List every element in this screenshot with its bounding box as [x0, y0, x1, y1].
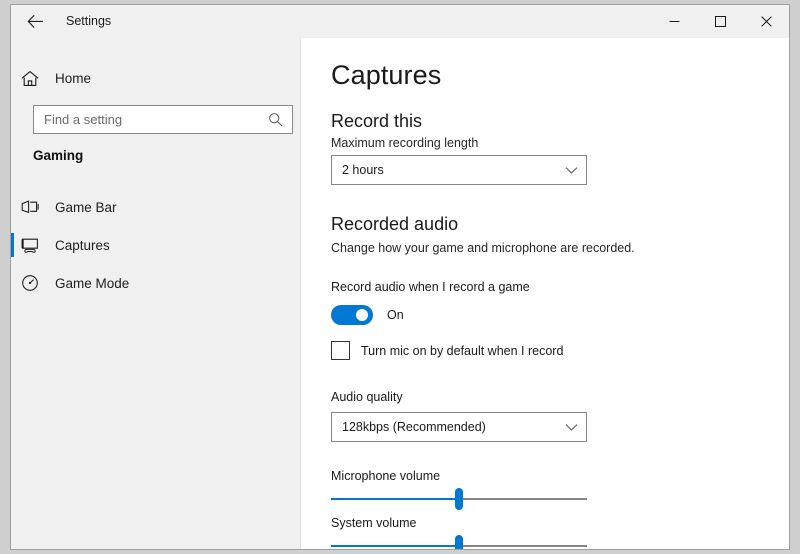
- game-bar-icon: [21, 199, 55, 216]
- search-icon[interactable]: [264, 106, 286, 133]
- mic-default-checkbox[interactable]: [331, 341, 350, 360]
- search-input[interactable]: [34, 106, 266, 133]
- sidebar-item-game-mode[interactable]: Game Mode: [11, 264, 301, 302]
- back-button[interactable]: [15, 5, 55, 37]
- settings-window: Settings Home Find a setting Gaming Game…: [10, 4, 790, 550]
- record-audio-toggle-state: On: [387, 308, 404, 322]
- mic-default-checkbox-label: Turn mic on by default when I record: [361, 343, 564, 358]
- audio-quality-value: 128kbps (Recommended): [342, 420, 486, 434]
- sidebar-item-game-bar-label: Game Bar: [55, 199, 117, 215]
- selected-indicator: [11, 233, 14, 257]
- record-audio-toggle[interactable]: [331, 305, 373, 325]
- microphone-volume-label: Microphone volume: [331, 469, 441, 483]
- record-audio-toggle-label: Record audio when I record a game: [331, 280, 530, 294]
- record-audio-toggle-row: On: [331, 305, 404, 325]
- sidebar-group-title: Gaming: [33, 148, 84, 163]
- close-button[interactable]: [743, 5, 789, 37]
- sidebar-item-game-bar[interactable]: Game Bar: [11, 188, 301, 226]
- max-recording-length-label: Maximum recording length: [331, 136, 479, 150]
- chevron-down-icon: [565, 413, 578, 441]
- minimize-button[interactable]: [651, 5, 697, 37]
- microphone-volume-slider[interactable]: [331, 488, 587, 510]
- chevron-down-icon: [565, 156, 578, 184]
- game-mode-icon: [21, 274, 55, 292]
- slider-thumb[interactable]: [455, 488, 463, 510]
- title-bar: Settings: [11, 5, 789, 38]
- maximize-button[interactable]: [697, 5, 743, 37]
- content-pane: Captures Record this Maximum recording l…: [302, 38, 789, 549]
- sidebar-item-captures[interactable]: Captures: [11, 226, 301, 264]
- audio-quality-dropdown[interactable]: 128kbps (Recommended): [331, 412, 587, 442]
- screen: Settings Home Find a setting Gaming Game…: [0, 0, 800, 554]
- max-recording-length-dropdown[interactable]: 2 hours: [331, 155, 587, 185]
- slider-track-fill: [331, 498, 455, 500]
- mic-default-checkbox-row[interactable]: Turn mic on by default when I record: [331, 341, 563, 360]
- slider-track-rest: [463, 545, 587, 547]
- captures-icon: [21, 237, 55, 254]
- sidebar: Home Gaming: [11, 38, 301, 549]
- slider-track-fill: [331, 545, 455, 547]
- section-heading-record-this: Record this: [331, 111, 423, 131]
- system-volume-label: System volume: [331, 516, 417, 530]
- slider-track-rest: [463, 498, 587, 500]
- window-title: Settings: [66, 14, 112, 28]
- system-volume-slider[interactable]: [331, 535, 587, 549]
- sidebar-nav-list: Game Bar Captures Game Mode: [11, 188, 301, 302]
- audio-quality-label: Audio quality: [331, 390, 403, 404]
- sidebar-item-home[interactable]: Home: [11, 59, 300, 97]
- section-heading-recorded-audio: Recorded audio: [331, 214, 459, 234]
- home-icon: [21, 70, 55, 87]
- recorded-audio-description: Change how your game and microphone are …: [331, 241, 635, 255]
- slider-thumb[interactable]: [455, 535, 463, 549]
- sidebar-item-home-label: Home: [55, 70, 92, 86]
- max-recording-length-value: 2 hours: [342, 163, 384, 177]
- window-caption-buttons: [651, 5, 789, 37]
- sidebar-item-game-mode-label: Game Mode: [55, 275, 130, 291]
- page-title: Captures: [331, 60, 442, 90]
- sidebar-item-captures-label: Captures: [55, 237, 110, 253]
- search-box[interactable]: [33, 105, 293, 134]
- toggle-knob: [356, 309, 368, 321]
